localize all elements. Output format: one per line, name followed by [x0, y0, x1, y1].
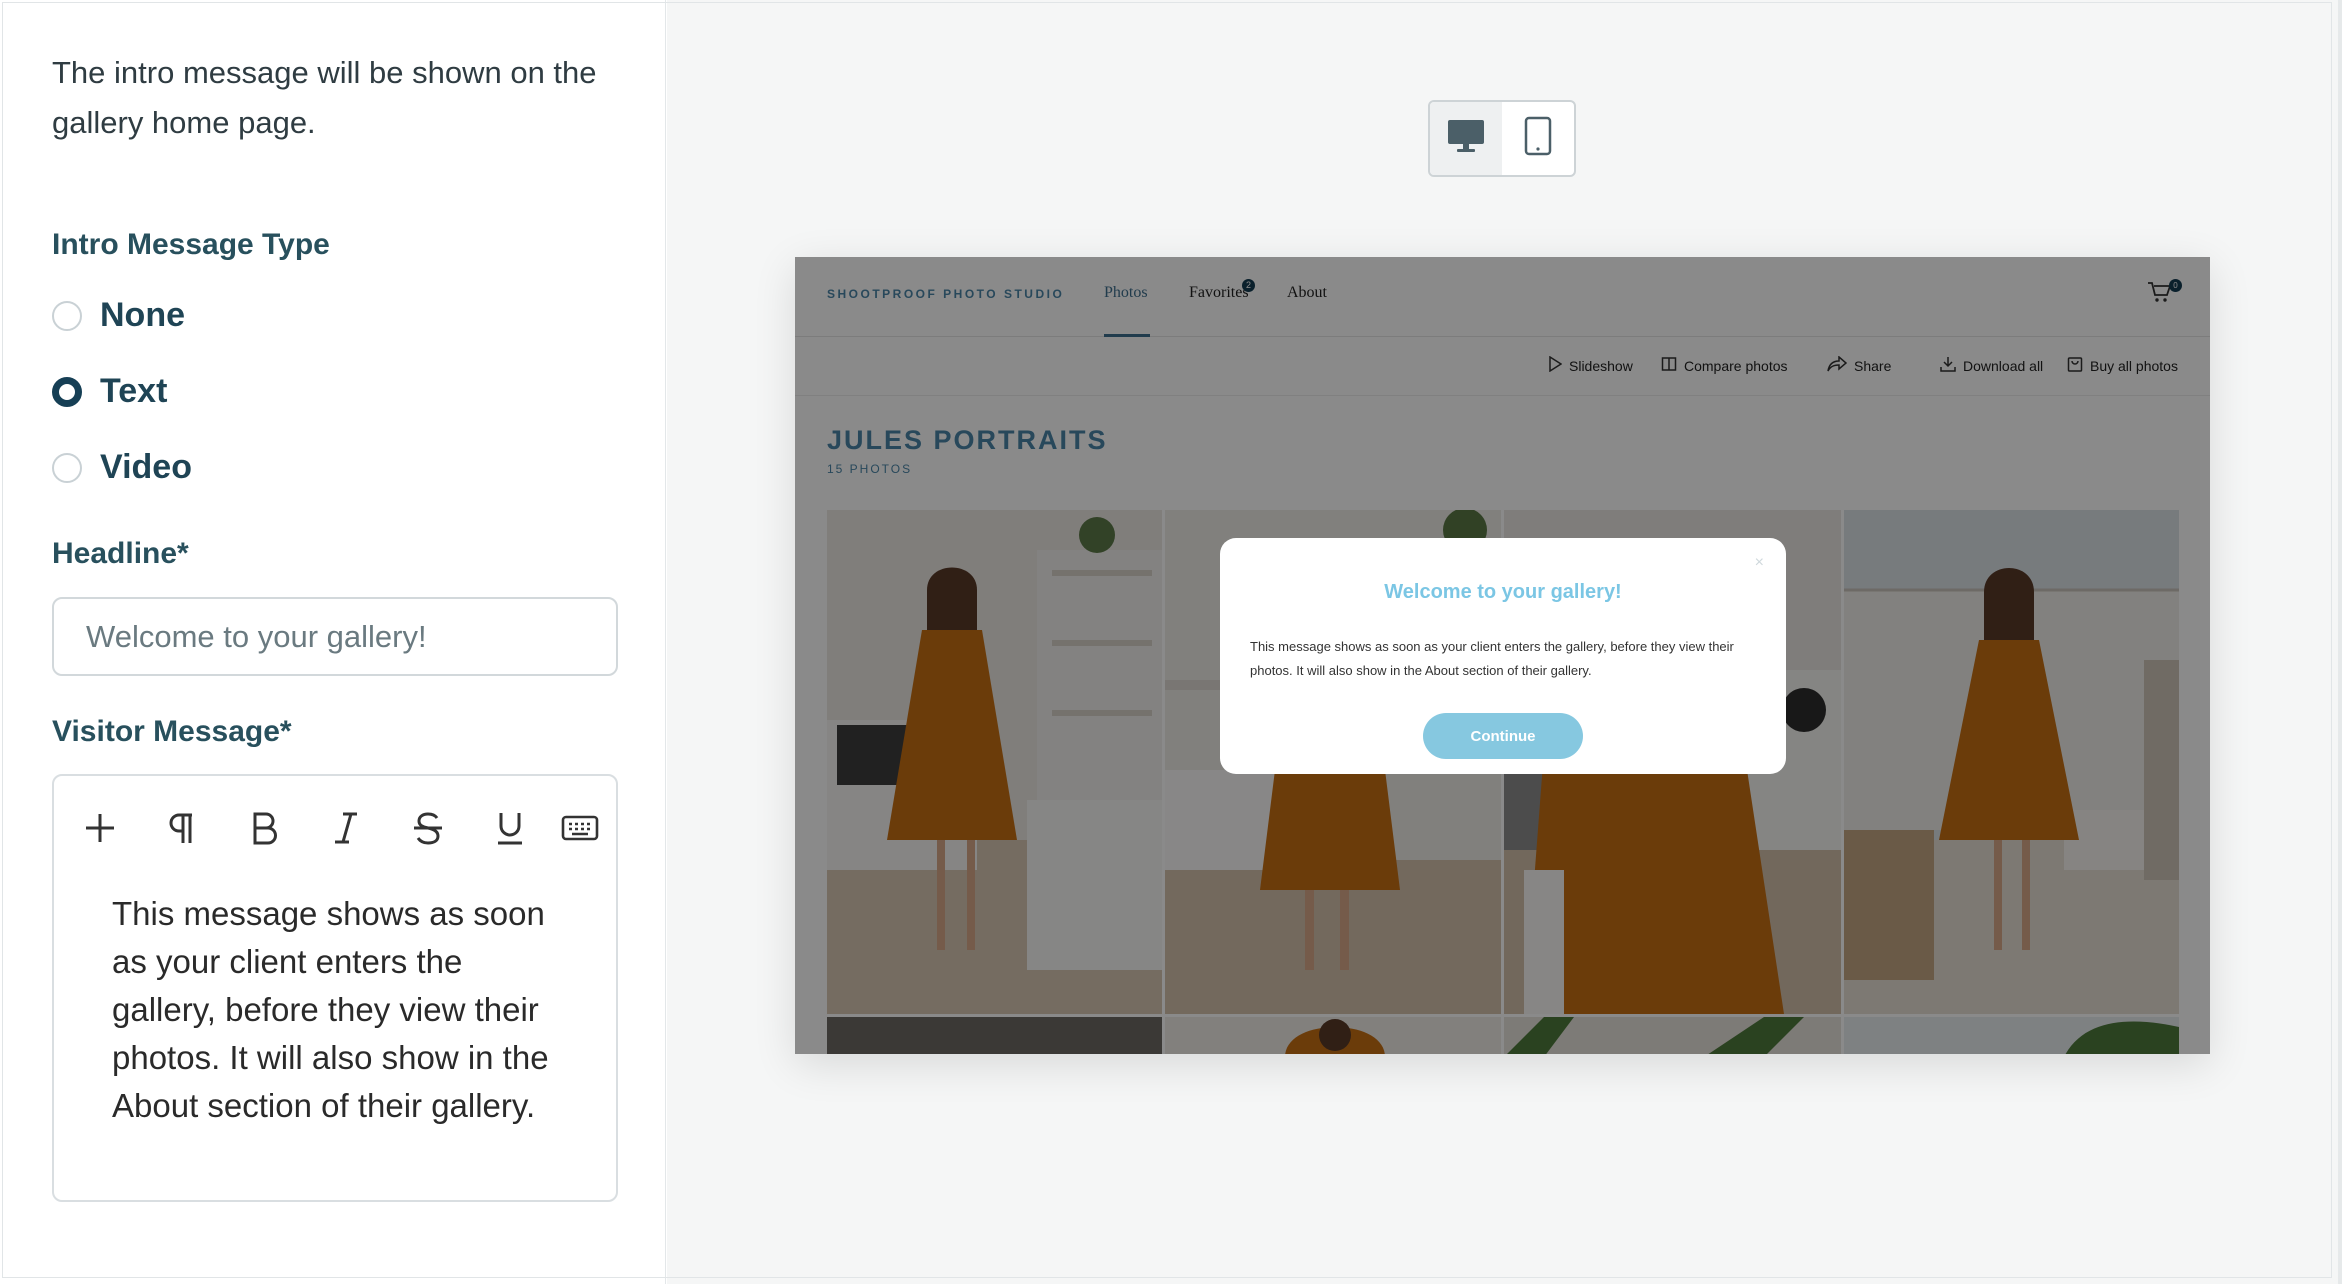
- bold-icon[interactable]: [234, 798, 294, 858]
- radio-none[interactable]: None: [52, 296, 185, 335]
- tablet-view-button[interactable]: [1502, 102, 1574, 175]
- intro-modal: × Welcome to your gallery! This message …: [1220, 538, 1786, 774]
- radio-text[interactable]: Text: [52, 372, 167, 411]
- intro-description: The intro message will be shown on the g…: [52, 55, 597, 140]
- gallery-preview: SHOOTPROOF PHOTO STUDIO Photos Favorites…: [795, 257, 2210, 1054]
- radio-video-circle[interactable]: [52, 452, 82, 483]
- strikethrough-icon[interactable]: [398, 798, 458, 858]
- modal-body: This message shows as soon as your clien…: [1250, 639, 1734, 678]
- radio-text-circle[interactable]: [52, 376, 82, 407]
- app: The intro message will be shown on the g…: [0, 0, 2342, 1284]
- radio-none-circle[interactable]: [52, 300, 82, 331]
- plus-icon[interactable]: [70, 798, 130, 858]
- visitor-message-text[interactable]: This message shows as soon as your clien…: [112, 890, 572, 1130]
- radio-text-label: Text: [100, 372, 168, 410]
- settings-panel: The intro message will be shown on the g…: [0, 0, 666, 1284]
- radio-video-label: Video: [100, 448, 192, 486]
- italic-icon[interactable]: [316, 798, 376, 858]
- device-toggle[interactable]: [1428, 100, 1576, 177]
- intro-type-label: Intro Message Type: [52, 228, 330, 261]
- close-icon[interactable]: ×: [1755, 554, 1764, 572]
- continue-button[interactable]: Continue: [1423, 713, 1583, 759]
- underline-icon[interactable]: [480, 798, 540, 858]
- paragraph-icon[interactable]: [152, 798, 212, 858]
- headline-input[interactable]: [52, 597, 618, 676]
- radio-none-label: None: [100, 296, 185, 334]
- keyboard-icon[interactable]: [550, 798, 610, 858]
- visitor-message-editor[interactable]: This message shows as soon as your clien…: [52, 774, 618, 1202]
- desktop-icon: [1446, 118, 1486, 159]
- modal-title: Welcome to your gallery!: [1384, 581, 1622, 603]
- desktop-view-button[interactable]: [1430, 102, 1502, 175]
- visitor-message-label: Visitor Message*: [52, 715, 292, 748]
- headline-label: Headline*: [52, 537, 189, 570]
- radio-video[interactable]: Video: [52, 448, 192, 487]
- tablet-icon: [1524, 116, 1552, 161]
